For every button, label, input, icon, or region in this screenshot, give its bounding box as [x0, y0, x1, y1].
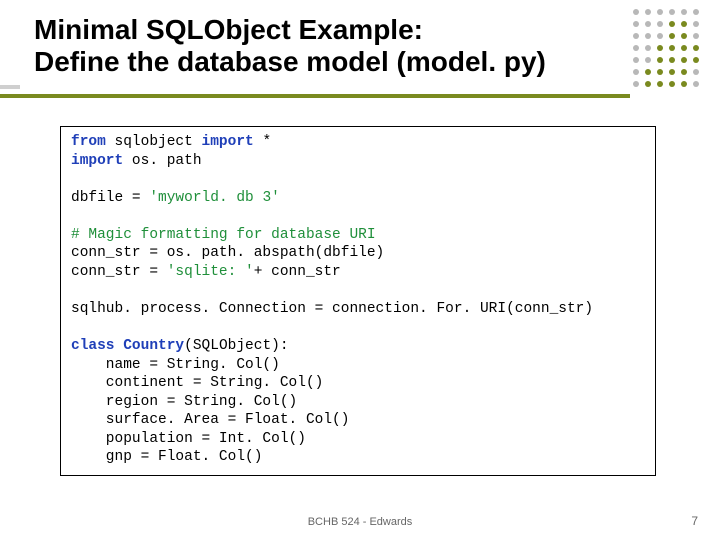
str-dbfile: 'myworld. db 3'	[149, 190, 280, 206]
classname: Country	[123, 338, 184, 354]
slide: Minimal SQLObject Example: Define the da…	[0, 0, 720, 540]
kw-class: class	[71, 338, 115, 354]
corner-dots-icon	[630, 6, 700, 96]
footer-text: BCHB 524 - Edwards	[0, 516, 720, 528]
comment: # Magic formatting for database URI	[71, 227, 376, 243]
page-number: 7	[691, 514, 698, 528]
code-block: from sqlobject import * import os. path …	[60, 126, 656, 476]
kw-from: from	[71, 134, 106, 150]
title-line-1: Minimal SQLObject Example:	[34, 14, 423, 45]
kw-import2: import	[71, 153, 123, 169]
kw-import: import	[202, 134, 254, 150]
title-line-2: Define the database model (model. py)	[34, 46, 546, 77]
slide-title: Minimal SQLObject Example: Define the da…	[34, 14, 546, 78]
str-sqlite: 'sqlite: '	[167, 264, 254, 280]
